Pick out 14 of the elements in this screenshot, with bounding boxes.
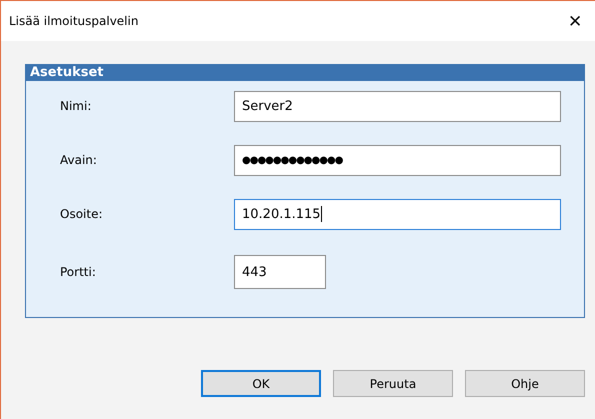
group-header: Asetukset [26, 65, 584, 81]
window-title: Lisää ilmoituspalvelin [9, 14, 138, 28]
input-field[interactable]: Server2 [234, 90, 561, 122]
dialog-button[interactable]: Peruuta [333, 370, 453, 397]
field-label: Nimi: [60, 99, 92, 113]
dialog-button[interactable]: Ohje [465, 370, 585, 397]
field-label: Osoite: [60, 207, 104, 221]
input-field[interactable]: 10.20.1.115 [234, 198, 561, 230]
dialog-button[interactable]: OK [201, 370, 321, 397]
close-button[interactable]: ✕ [555, 3, 595, 39]
field-label: Avain: [60, 153, 98, 167]
field-label: Portti: [60, 265, 97, 279]
input-field[interactable]: ●●●●●●●●●●●●● [234, 144, 561, 176]
input-field[interactable]: 443 [234, 255, 326, 289]
